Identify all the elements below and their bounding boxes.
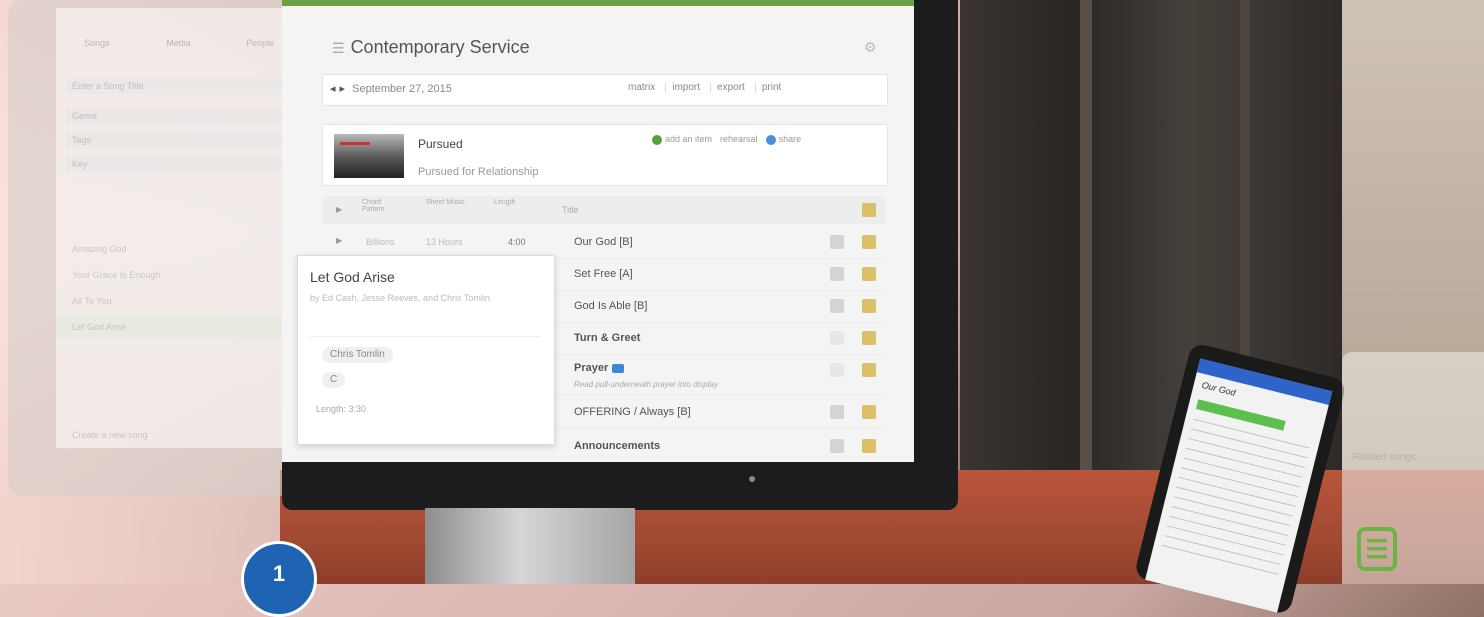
- document-list-icon[interactable]: [1355, 527, 1399, 571]
- import-button[interactable]: import: [665, 82, 700, 93]
- ghost-field: Key: [66, 156, 286, 172]
- note-icon[interactable]: [862, 405, 876, 419]
- service-title: Contemporary Service: [350, 37, 530, 57]
- song-actions: add an item rehearsal share: [652, 134, 801, 145]
- header-col3: Length: [494, 199, 516, 206]
- note-icon[interactable]: [862, 439, 876, 453]
- note-icon[interactable]: [862, 267, 876, 281]
- ghost-tab-songs: Songs: [84, 38, 110, 48]
- ghost-footer: Create a new song: [72, 430, 148, 440]
- ghost-panel-content: Songs Media People Enter a Song Title Ge…: [56, 8, 301, 448]
- song-title: Pursued: [418, 137, 463, 151]
- popover-title: Let God Arise: [310, 269, 395, 285]
- row-title-text: Prayer: [574, 362, 609, 374]
- attachment-icon[interactable]: [830, 331, 844, 345]
- app-screen: ☰ Contemporary Service ⚙ ◂ ▸ September 27,…: [282, 0, 914, 462]
- toolbar: matrix import export print: [622, 82, 781, 93]
- add-item-button[interactable]: add an item: [652, 134, 712, 145]
- rehearse-button[interactable]: rehearsal: [720, 134, 758, 144]
- play-icon[interactable]: ▶: [336, 205, 342, 214]
- top-nav-bar: [282, 0, 914, 6]
- song-thumbnail: [334, 134, 404, 178]
- share-icon: [765, 134, 776, 145]
- note-icon[interactable]: [862, 331, 876, 345]
- attachment-icon[interactable]: [830, 405, 844, 419]
- header-col2: Sheet Music: [426, 199, 465, 206]
- ghost-tabs: Songs Media People: [56, 8, 301, 64]
- row-title: Set Free [A]: [574, 268, 633, 280]
- row-music: 13 Hours: [426, 237, 463, 247]
- next-arrow-icon[interactable]: ▸: [340, 83, 346, 95]
- ghost-field: Tags: [66, 132, 286, 148]
- note-icon[interactable]: [862, 235, 876, 249]
- share-label: share: [778, 134, 802, 144]
- ghost-tablet-text: Related songs: [1352, 452, 1416, 463]
- attachment-icon[interactable]: [830, 267, 844, 281]
- row-title: God Is Able [B]: [574, 300, 648, 312]
- row-note: Read pull-underneath prayer into display: [574, 380, 719, 389]
- document-list-icon-svg: [1357, 527, 1397, 571]
- table-header: ▶ Chord Pattern Sheet Music Length Title: [322, 196, 886, 224]
- page-title: ☰ Contemporary Service: [332, 37, 530, 58]
- add-item-label: add an item: [665, 134, 713, 144]
- matrix-button[interactable]: matrix: [622, 82, 655, 93]
- plus-icon: [652, 134, 662, 145]
- note-icon[interactable]: [862, 363, 876, 377]
- attachment-icon[interactable]: [830, 235, 844, 249]
- popover-length: Length: 3:30: [316, 404, 367, 414]
- row-title: Announcements: [574, 440, 661, 452]
- song-subtitle: Pursued for Relationship: [418, 166, 539, 178]
- tablet-lyrics: [1159, 418, 1310, 584]
- gear-icon[interactable]: ⚙: [864, 39, 877, 56]
- share-button[interactable]: share: [765, 134, 802, 145]
- song-card: [322, 124, 888, 186]
- note-icon: [862, 203, 876, 217]
- tablet-song-title: Our God: [1200, 379, 1237, 398]
- note-icon[interactable]: [862, 299, 876, 313]
- ghost-song-item: Let God Arise: [56, 316, 301, 338]
- ghost-song-item: Your Grace Is Enough: [72, 270, 161, 280]
- ghost-song-item: All To You: [72, 296, 112, 306]
- export-button[interactable]: export: [710, 82, 745, 93]
- row-title: OFFERING / Always [B]: [574, 406, 691, 418]
- window-frame: [1080, 0, 1092, 520]
- ghost-tab-media: Media: [166, 38, 191, 48]
- prev-arrow-icon[interactable]: ◂: [330, 83, 336, 95]
- attachment-icon[interactable]: [830, 363, 844, 377]
- header-title: Title: [562, 205, 579, 215]
- row-pattern: Billions: [366, 237, 395, 247]
- ghost-song-item: Amazing God: [72, 244, 127, 254]
- info-badge-icon: [612, 363, 625, 373]
- service-date: September 27, 2015: [352, 83, 452, 95]
- attachment-icon[interactable]: [830, 299, 844, 313]
- header-col1: Chord Pattern: [362, 199, 385, 213]
- ghost-field: Genre: [66, 108, 286, 124]
- monitor-stand: [425, 508, 635, 584]
- row-title: Our God [B]: [574, 236, 633, 248]
- popover-authors: by Ed Cash, Jesse Reeves, and Chris Toml…: [310, 293, 490, 303]
- ghost-app-panel: Songs Media People Enter a Song Title Ge…: [8, 0, 308, 496]
- row-title: Turn & Greet: [574, 332, 641, 344]
- attachment-icon[interactable]: [830, 439, 844, 453]
- print-button[interactable]: print: [754, 82, 781, 93]
- date-nav: ◂ ▸ September 27, 2015: [330, 82, 452, 95]
- row-length: 4:00: [508, 237, 526, 247]
- list-icon: ☰: [332, 40, 345, 56]
- ghost-search-input: Enter a Song Title: [66, 78, 286, 94]
- step-number-badge: 1: [241, 541, 317, 617]
- monitor: ☰ Contemporary Service ⚙ ◂ ▸ September 27,…: [282, 0, 958, 510]
- song-popover: Let God Arise by Ed Cash, Jesse Reeves, …: [297, 255, 555, 445]
- play-icon[interactable]: ▶: [336, 236, 342, 245]
- artist-chip[interactable]: Chris Tomlin: [322, 347, 393, 363]
- key-chip[interactable]: C: [322, 372, 346, 388]
- apple-logo-icon: ●: [748, 470, 757, 486]
- row-title: Prayer: [574, 362, 625, 374]
